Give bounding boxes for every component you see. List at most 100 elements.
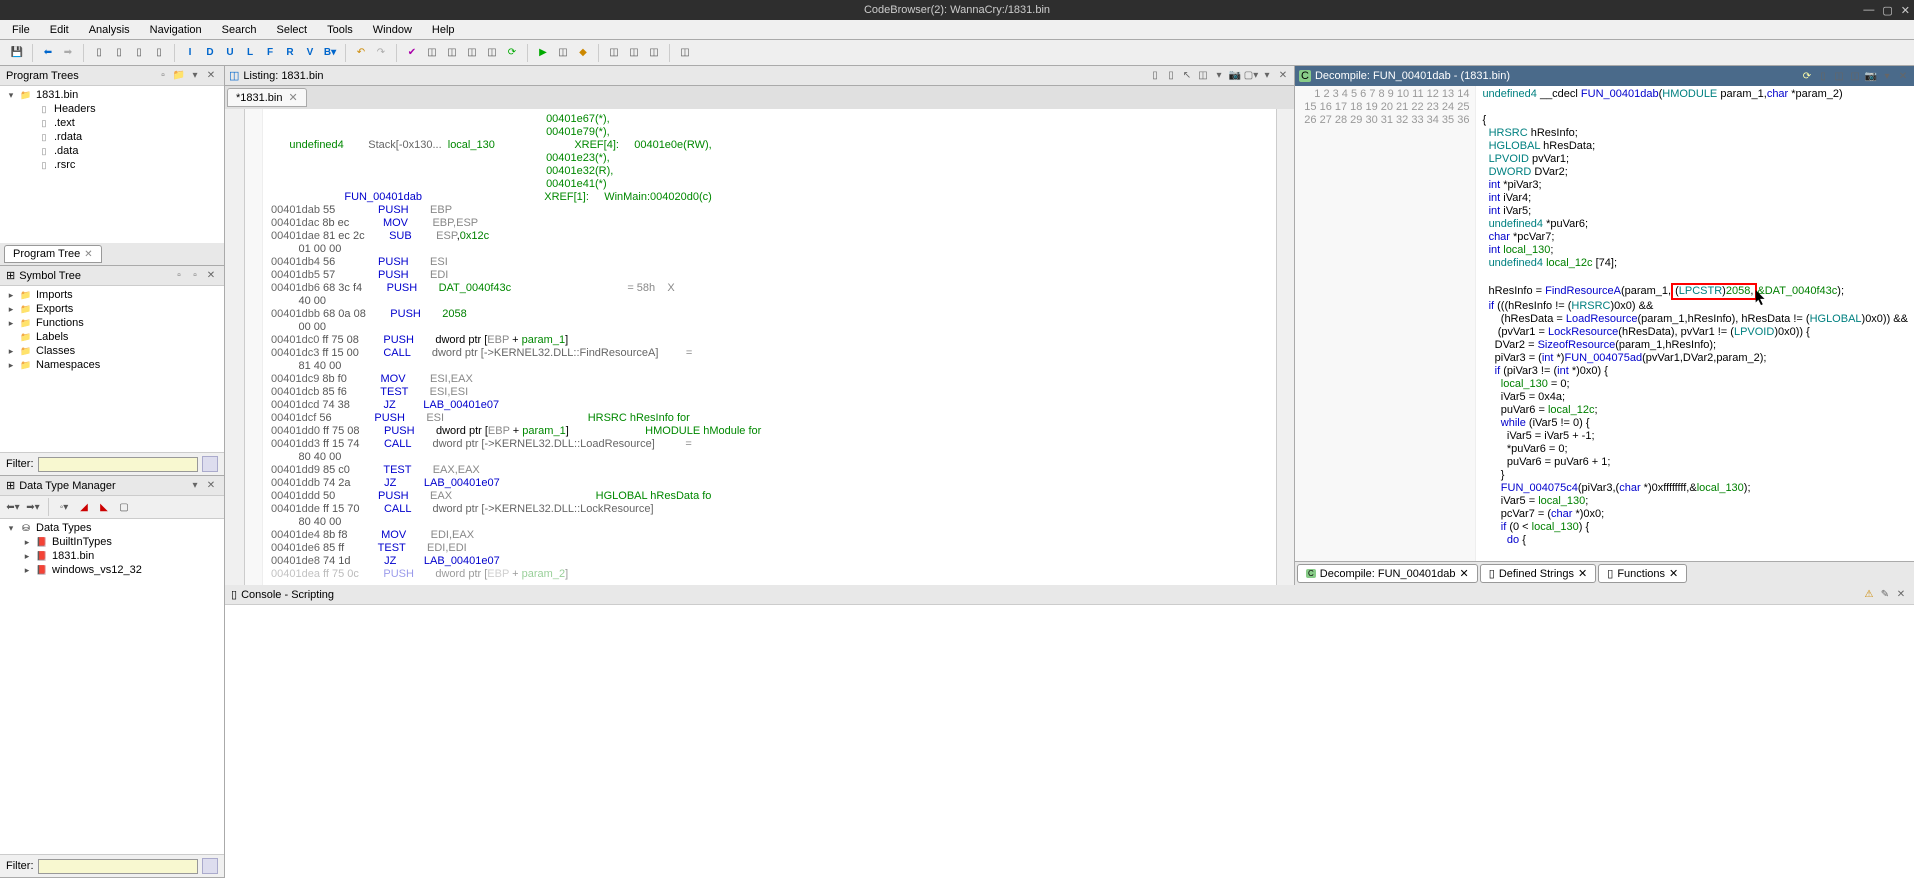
expand-icon[interactable]: ▸	[6, 346, 16, 357]
letter-icon[interactable]: U	[221, 44, 239, 62]
panel-icon[interactable]: ▾	[1212, 69, 1226, 83]
expand-icon[interactable]: ▸	[6, 290, 16, 301]
tab-functions[interactable]: ▯Functions✕	[1598, 564, 1687, 583]
tool-icon[interactable]: ◫	[645, 44, 663, 62]
tree-item[interactable]: 📁Labels	[2, 330, 222, 344]
close-icon[interactable]: ✕	[1578, 567, 1587, 580]
menu-search[interactable]: Search	[218, 22, 261, 38]
tool-icon[interactable]: ◫	[625, 44, 643, 62]
close-icon[interactable]: ✕	[1896, 69, 1910, 83]
minimize-icon[interactable]: —	[1863, 4, 1874, 17]
tree-item[interactable]: ▯.rsrc	[2, 158, 222, 172]
camera-icon[interactable]: 📷	[1864, 69, 1878, 83]
tree-root[interactable]: ▾ 📁 1831.bin	[2, 88, 222, 102]
decompile-content[interactable]: undefined4 __cdecl FUN_00401dab(HMODULE …	[1476, 86, 1914, 561]
forward-icon[interactable]: ➡▾	[24, 498, 42, 516]
panel-icon[interactable]: ◫	[1196, 69, 1210, 83]
tree-item[interactable]: ▸📁Namespaces	[2, 358, 222, 372]
tool-icon[interactable]: ◫	[423, 44, 441, 62]
panel-icon[interactable]: ▯	[1164, 69, 1178, 83]
close-icon[interactable]: ✕	[1460, 567, 1469, 580]
play-icon[interactable]: ▶	[534, 44, 552, 62]
menu-window[interactable]: Window	[369, 22, 416, 38]
tool-icon[interactable]: ◫	[676, 44, 694, 62]
letter-icon[interactable]: V	[301, 44, 319, 62]
tool-icon[interactable]: ▯	[90, 44, 108, 62]
letter-icon[interactable]: I	[181, 44, 199, 62]
console-body[interactable]	[225, 605, 1914, 878]
tree-item[interactable]: ▯.text	[2, 116, 222, 130]
tool-icon[interactable]: ◫	[605, 44, 623, 62]
close-icon[interactable]: ✕	[204, 69, 218, 83]
panel-icon[interactable]: ▾	[188, 69, 202, 83]
tree-item[interactable]: ▯.rdata	[2, 130, 222, 144]
tool-icon[interactable]: ◫	[554, 44, 572, 62]
tool-icon[interactable]: ▢	[115, 498, 133, 516]
filter-button[interactable]	[202, 858, 218, 874]
panel-icon[interactable]: ⚠	[1862, 588, 1876, 602]
panel-icon[interactable]: ◫	[1848, 69, 1862, 83]
tool-icon[interactable]: ◫	[463, 44, 481, 62]
menu-edit[interactable]: Edit	[46, 22, 73, 38]
camera-icon[interactable]: 📷	[1228, 69, 1242, 83]
tree-item[interactable]: ▸📁Classes	[2, 344, 222, 358]
expand-icon[interactable]: ▸	[6, 360, 16, 371]
tree-item[interactable]: ▸📁Exports	[2, 302, 222, 316]
letter-icon[interactable]: D	[201, 44, 219, 62]
forward-icon[interactable]: ➡	[59, 44, 77, 62]
tree-item[interactable]: ▸📕windows_vs12_32	[2, 563, 222, 577]
expand-icon[interactable]: ▸	[6, 304, 16, 315]
expand-icon[interactable]: ▾	[6, 90, 16, 101]
expand-icon[interactable]: ▸	[22, 537, 32, 548]
panel-icon[interactable]: ▫	[172, 269, 186, 283]
tree-item[interactable]: ▸📁Functions	[2, 316, 222, 330]
tool-icon[interactable]: ▯	[130, 44, 148, 62]
expand-icon[interactable]: ▸	[22, 551, 32, 562]
close-icon[interactable]: ✕	[204, 269, 218, 283]
panel-icon[interactable]: ▾	[1880, 69, 1894, 83]
close-icon[interactable]: ✕	[1894, 588, 1908, 602]
panel-icon[interactable]: ◫	[1832, 69, 1846, 83]
folder-icon[interactable]: 📁	[172, 69, 186, 83]
check-icon[interactable]: ✔	[403, 44, 421, 62]
save-icon[interactable]: 💾	[8, 44, 26, 62]
tree-root[interactable]: ▾⛁Data Types	[2, 521, 222, 535]
tool-icon[interactable]: ◣	[95, 498, 113, 516]
tree-item[interactable]: ▸📕BuiltInTypes	[2, 535, 222, 549]
tool-icon[interactable]: ◫	[443, 44, 461, 62]
back-icon[interactable]: ⬅▾	[4, 498, 22, 516]
program-tree-tab[interactable]: Program Tree✕	[4, 245, 102, 263]
expand-icon[interactable]: ▸	[22, 565, 32, 576]
letter-icon[interactable]: R	[281, 44, 299, 62]
panel-icon[interactable]: ▾	[1260, 69, 1274, 83]
expand-icon[interactable]: ▾	[6, 523, 16, 534]
panel-icon[interactable]: ▢▾	[1244, 69, 1258, 83]
menu-navigation[interactable]: Navigation	[146, 22, 206, 38]
maximize-icon[interactable]: ▢	[1882, 4, 1892, 17]
menu-help[interactable]: Help	[428, 22, 459, 38]
close-icon[interactable]: ✕	[204, 479, 218, 493]
listing-tab[interactable]: *1831.bin✕	[227, 88, 307, 107]
tree-item[interactable]: ▸📕1831.bin	[2, 549, 222, 563]
letter-icon[interactable]: B▾	[321, 44, 339, 62]
stop-icon[interactable]: ◆	[574, 44, 592, 62]
tool-icon[interactable]: ◦▾	[55, 498, 73, 516]
menu-analysis[interactable]: Analysis	[85, 22, 134, 38]
refresh-icon[interactable]: ⟳	[503, 44, 521, 62]
tool-icon[interactable]: ▯	[110, 44, 128, 62]
tool-icon[interactable]: ▯	[150, 44, 168, 62]
tool-icon[interactable]: ◫	[483, 44, 501, 62]
letter-icon[interactable]: F	[261, 44, 279, 62]
listing-content[interactable]: 00401e67(*), 00401e79(*), undefined4 Sta…	[263, 109, 1276, 585]
panel-icon[interactable]: ▯	[1816, 69, 1830, 83]
scrollbar[interactable]	[1276, 109, 1294, 585]
letter-icon[interactable]: L	[241, 44, 259, 62]
menu-select[interactable]: Select	[273, 22, 312, 38]
cursor-icon[interactable]: ↖	[1180, 69, 1194, 83]
back-icon[interactable]: ⬅	[39, 44, 57, 62]
tree-item[interactable]: ▯Headers	[2, 102, 222, 116]
redo-icon[interactable]: ↷	[372, 44, 390, 62]
tab-decompile[interactable]: CDecompile: FUN_00401dab✕	[1297, 564, 1478, 583]
expand-icon[interactable]: ▸	[6, 318, 16, 329]
panel-icon[interactable]: ▫	[188, 269, 202, 283]
